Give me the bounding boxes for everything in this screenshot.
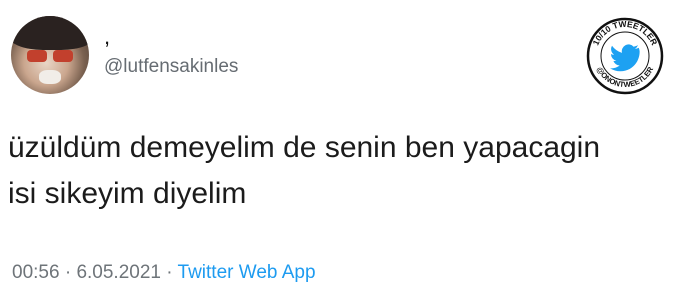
tweet-text: üzüldüm demeyelim de senin ben yapacagin…: [8, 125, 673, 217]
tweet-text-line: isi sikeyim diyelim: [8, 177, 247, 210]
tweet-time[interactable]: 00:56: [12, 262, 60, 283]
separator: ·: [64, 262, 72, 283]
avatar-glasses: [27, 50, 73, 62]
user-handle[interactable]: @lutfensakinles: [104, 56, 238, 78]
tweet-source-link[interactable]: Twitter Web App: [178, 262, 316, 283]
tweet-date[interactable]: 6.05.2021: [76, 262, 161, 283]
tweet-text-line: üzüldüm demeyelim de senin ben yapacagin: [8, 131, 601, 164]
watermark-badge: 10/10 TWEETLER @ONONTWEETLER: [586, 17, 664, 95]
separator: ·: [166, 262, 173, 283]
avatar-mouth: [39, 70, 61, 84]
avatar[interactable]: [11, 16, 89, 94]
tweet-metadata: 00:56 · 6.05.2021 · Twitter Web App: [12, 262, 316, 284]
avatar-hair: [11, 16, 89, 50]
display-name[interactable]: ,: [104, 26, 110, 48]
tweet-card: , @lutfensakinles 10/10 TWEETLER @ONONTW…: [0, 0, 680, 301]
